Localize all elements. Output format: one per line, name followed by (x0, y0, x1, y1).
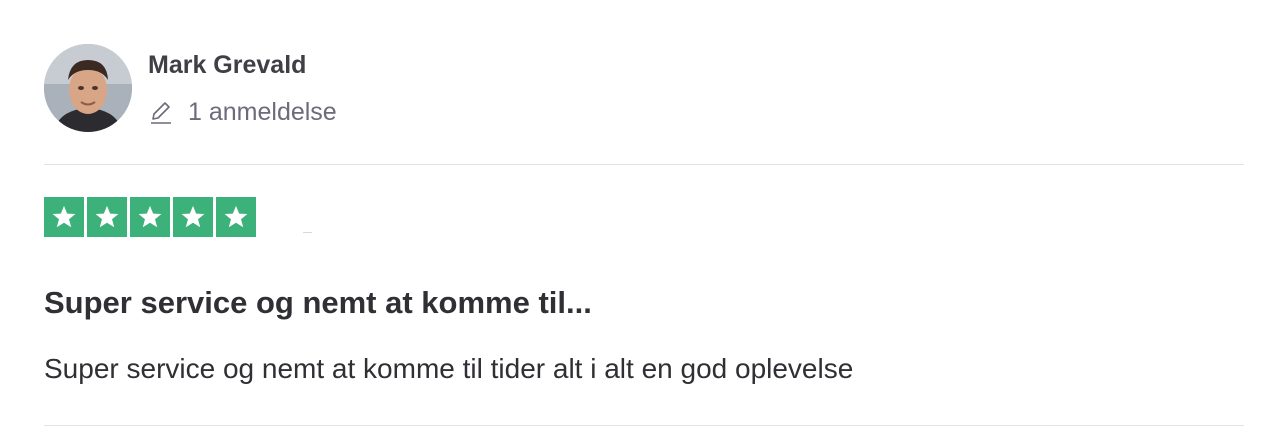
pencil-icon (148, 99, 174, 125)
separator-mark (303, 232, 312, 233)
avatar[interactable] (44, 44, 132, 132)
star-icon (87, 197, 127, 237)
avatar-photo (44, 44, 132, 132)
star-icon (173, 197, 213, 237)
star-icon (44, 197, 84, 237)
review-body: Super service og nemt at komme til tider… (44, 353, 854, 384)
reviewer-name[interactable]: Mark Grevald (148, 50, 306, 80)
star-rating (44, 197, 256, 237)
review-count: 1 anmeldelse (148, 97, 337, 127)
star-icon (216, 197, 256, 237)
review-count-label: 1 anmeldelse (188, 97, 337, 126)
divider (44, 425, 1244, 426)
star-icon (130, 197, 170, 237)
divider (44, 164, 1244, 165)
review-title[interactable]: Super service og nemt at komme til... (44, 284, 592, 322)
